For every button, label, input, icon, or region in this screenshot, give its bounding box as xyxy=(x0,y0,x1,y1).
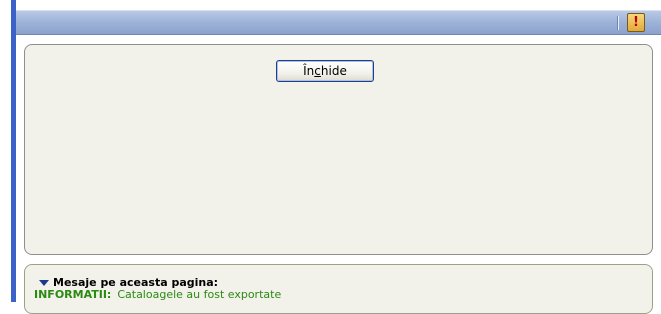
close-button-label-part1: În xyxy=(303,64,315,78)
message-text: Cataloagele au fost exportate xyxy=(117,288,282,301)
toolbar-separator xyxy=(617,16,619,30)
message-type-label: INFORMATII: xyxy=(34,288,112,301)
left-accent-stripe xyxy=(11,0,16,302)
title-bar: ! xyxy=(16,10,661,35)
messages-panel: Mesaje pe aceasta pagina: INFORMATII: Cat… xyxy=(24,264,653,314)
close-button-mnemonic: c xyxy=(314,64,321,78)
alert-button[interactable]: ! xyxy=(627,13,645,32)
close-button-label-part2: hide xyxy=(320,64,347,78)
main-panel: În c hide xyxy=(24,44,653,255)
collapse-triangle-icon[interactable] xyxy=(39,279,49,286)
alert-exclamation-icon: ! xyxy=(633,15,639,30)
message-item: INFORMATII: Cataloagele au fost exportate xyxy=(34,288,281,301)
close-button[interactable]: În c hide xyxy=(276,60,374,82)
